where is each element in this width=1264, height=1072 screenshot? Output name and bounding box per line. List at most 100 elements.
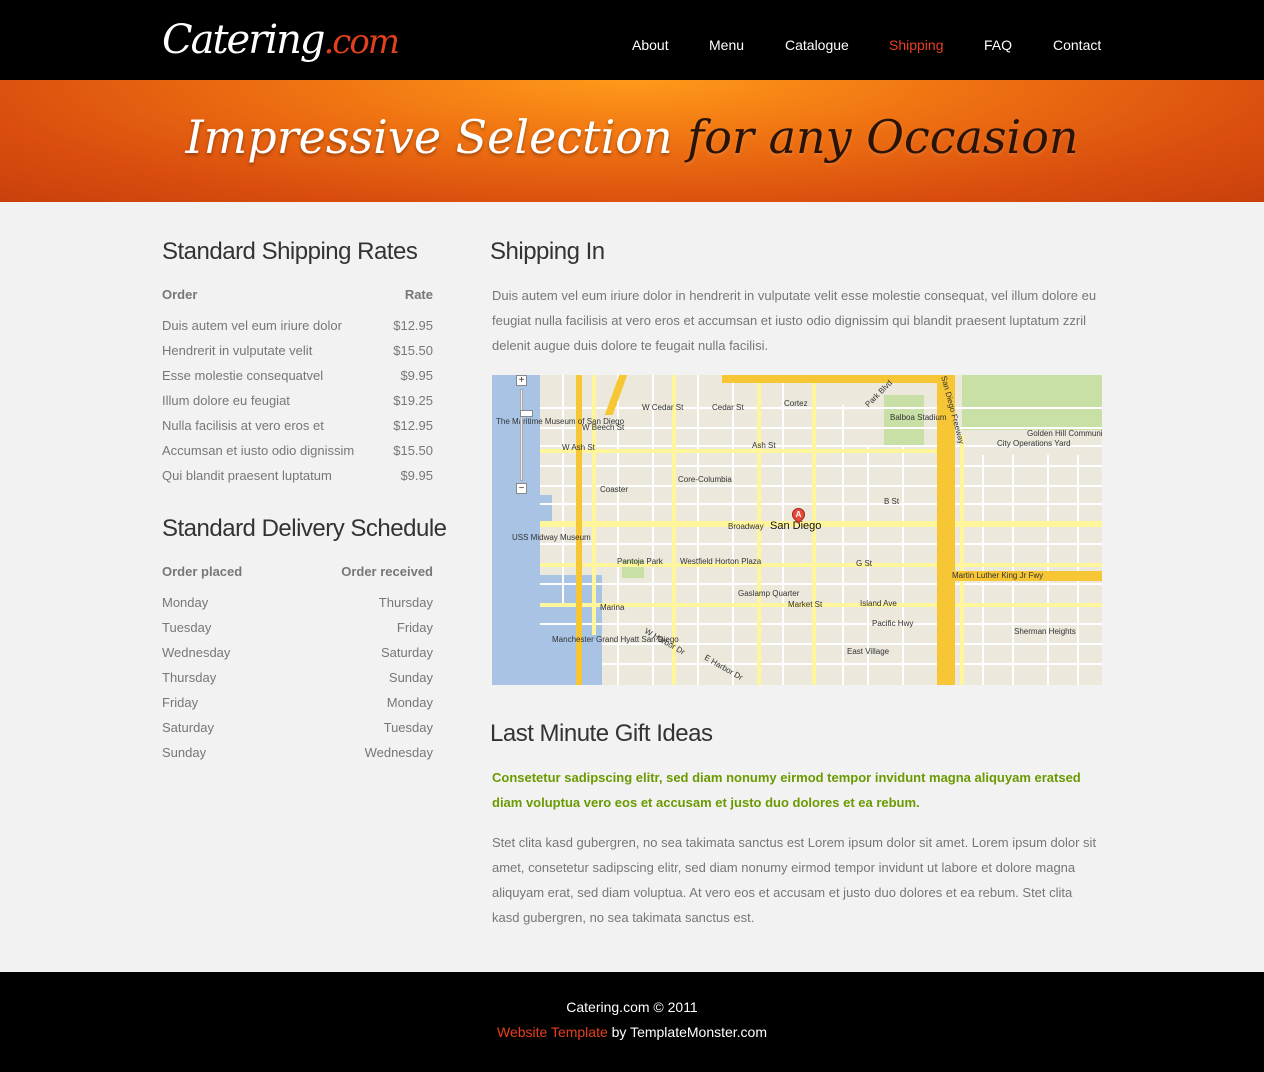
col-order-received: Order received: [341, 564, 433, 579]
order-rate: $12.95: [393, 318, 433, 333]
order-name: Hendrerit in vulputate velit: [162, 343, 313, 358]
banner-slogan: Impressive Selection for any Occasion: [0, 106, 1264, 168]
table-row: Thursday Sunday: [162, 665, 433, 690]
map-label: Gaslamp Quarter: [738, 589, 800, 598]
map-label: Coaster: [600, 485, 629, 494]
footer-credit: Website Template by TemplateMonster.com: [0, 1023, 1264, 1041]
order-rate: $9.95: [400, 468, 433, 483]
gift-ideas-title: Last Minute Gift Ideas: [490, 720, 713, 747]
map-label: Broadway: [728, 522, 764, 531]
order-rate: $12.95: [393, 418, 433, 433]
table-row: Accumsan et iusto odio dignissim $15.50: [162, 438, 433, 463]
order-rate: $15.50: [393, 343, 433, 358]
map-label: East Village: [847, 647, 890, 656]
nav-contact[interactable]: Contact: [1053, 36, 1101, 54]
order-name: Duis autem vel eum iriure dolor: [162, 318, 342, 333]
order-rate: $19.25: [393, 393, 433, 408]
map-label: Balboa Stadium: [890, 413, 947, 422]
shipping-rates-title: Standard Shipping Rates: [162, 238, 418, 265]
site-logo[interactable]: Catering.com: [162, 14, 400, 66]
day-placed: Saturday: [162, 720, 215, 735]
hero-banner: Impressive Selection for any Occasion: [0, 80, 1264, 202]
site-header: Catering.com About Menu Catalogue Shippi…: [0, 0, 1264, 80]
table-row: Duis autem vel eum iriure dolor $12.95: [162, 313, 433, 338]
site-footer: Catering.com © 2011 Website Template by …: [0, 972, 1264, 1072]
map-label: E Harbor Dr: [702, 652, 745, 683]
col-order: Order: [162, 287, 198, 302]
map-road: [960, 435, 964, 685]
table-row: Qui blandit praesent luptatum $9.95: [162, 463, 433, 488]
map-label: W Cedar St: [642, 403, 684, 412]
map-zoom-in-button[interactable]: +: [516, 375, 527, 386]
shipping-rates-table: Duis autem vel eum iriure dolor $12.95 He…: [162, 313, 433, 488]
nav-faq[interactable]: FAQ: [984, 36, 1012, 54]
table-row: Esse molestie consequatvel $9.95: [162, 363, 433, 388]
order-name: Nulla facilisis at vero eros et: [162, 418, 324, 433]
day-placed: Tuesday: [162, 620, 212, 635]
order-rate: $9.95: [400, 368, 433, 383]
day-placed: Sunday: [162, 745, 207, 760]
map-zoom-slider[interactable]: [520, 389, 533, 481]
day-received: Sunday: [388, 670, 433, 685]
order-name: Esse molestie consequatvel: [162, 368, 324, 383]
map-road: [592, 375, 596, 635]
day-received: Thursday: [378, 595, 433, 610]
logo-main: Catering: [162, 17, 325, 63]
map-zoom-control: + −: [516, 375, 533, 495]
nav-catalogue[interactable]: Catalogue: [785, 36, 849, 54]
map-label: Core-Columbia: [678, 475, 732, 484]
map-label: Pantoja Park: [617, 557, 663, 566]
map-zoom-out-button[interactable]: −: [516, 483, 527, 494]
map-highway: [722, 375, 952, 383]
order-rate: $15.50: [393, 443, 433, 458]
map-label: Sherman Heights: [1014, 627, 1076, 636]
gift-ideas-text: Stet clita kasd gubergren, no sea takima…: [492, 835, 1097, 925]
col-rate: Rate: [404, 287, 433, 302]
day-received: Monday: [386, 695, 433, 710]
table-row: Hendrerit in vulputate velit $15.50: [162, 338, 433, 363]
map-park: [962, 375, 1102, 430]
nav-shipping[interactable]: Shipping: [889, 36, 944, 54]
day-received: Saturday: [380, 645, 433, 660]
shipping-rates-header: Order Rate: [162, 285, 433, 305]
map-road: [540, 449, 940, 453]
table-row: Saturday Tuesday: [162, 715, 433, 740]
day-received: Tuesday: [383, 720, 433, 735]
order-name: Qui blandit praesent luptatum: [162, 468, 332, 483]
delivery-schedule-title: Standard Delivery Schedule: [162, 515, 447, 542]
map-zoom-knob[interactable]: [520, 410, 533, 417]
nav-menu[interactable]: Menu: [709, 36, 744, 54]
day-received: Wednesday: [364, 745, 433, 760]
map-label: Marina: [600, 603, 625, 612]
shipping-in-text: Duis autem vel eum iriure dolor in hendr…: [492, 288, 1097, 353]
order-name: Illum dolore eu feugiat: [162, 393, 290, 408]
map-label: Martin Luther King Jr Fwy: [952, 571, 1044, 580]
map-label: W Ash St: [562, 443, 595, 452]
map-label: Westfield Horton Plaza: [680, 557, 762, 566]
table-row: Nulla facilisis at vero eros et $12.95: [162, 413, 433, 438]
nav-about[interactable]: About: [632, 36, 669, 54]
map-water: [492, 575, 602, 685]
map-label: Cortez: [784, 399, 808, 408]
table-row: Sunday Wednesday: [162, 740, 433, 765]
map-label: G St: [856, 559, 873, 568]
map-label: Cedar St: [712, 403, 744, 412]
location-map[interactable]: W Cedar St W Beech St W Ash St Core-Colu…: [492, 375, 1102, 685]
map-label: USS Midway Museum: [512, 533, 591, 542]
map-label: Island Ave: [860, 599, 897, 608]
map-marker-letter: A: [795, 510, 802, 519]
table-row: Wednesday Saturday: [162, 640, 433, 665]
map-city-label: San Diego: [770, 520, 822, 532]
website-template-link[interactable]: Website Template: [497, 1024, 608, 1040]
map-label: Pacific Hwy: [872, 619, 914, 628]
order-name: Accumsan et iusto odio dignissim: [162, 443, 355, 458]
table-row: Tuesday Friday: [162, 615, 433, 640]
gift-ideas-lead: Consetetur sadipscing elitr, sed diam no…: [492, 770, 1081, 810]
footer-by-text: by TemplateMonster.com: [607, 1024, 768, 1040]
map-label: B St: [884, 497, 900, 506]
delivery-schedule-table: Monday Thursday Tuesday Friday Wednesday Sa…: [162, 590, 433, 765]
banner-slogan-part2: for any Occasion: [687, 110, 1079, 164]
day-placed: Monday: [162, 595, 209, 610]
table-row: Illum dolore eu feugiat $19.25: [162, 388, 433, 413]
map-highway: [604, 375, 628, 415]
